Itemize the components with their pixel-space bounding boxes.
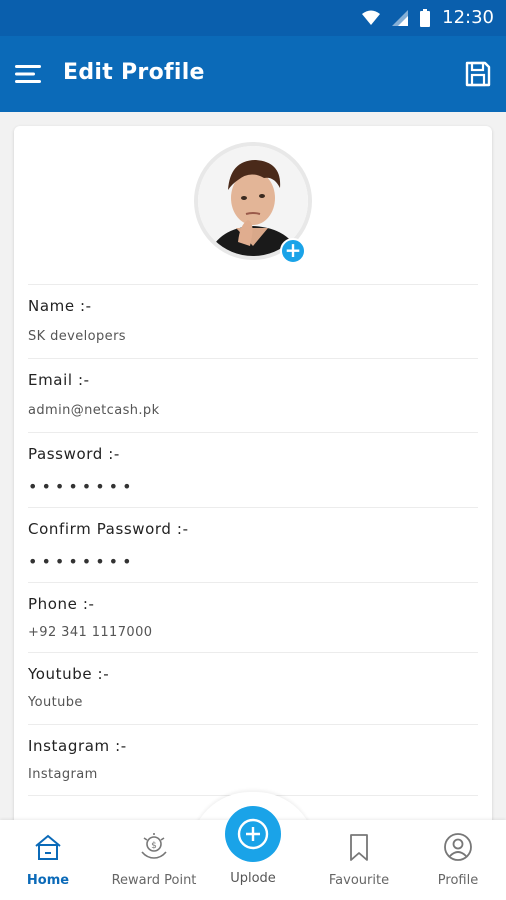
home-icon: [35, 834, 61, 860]
nav-favourite-label: Favourite: [328, 873, 390, 888]
nav-reward-point[interactable]: $ Reward Point: [106, 820, 202, 900]
password-input[interactable]: ••••••••: [28, 477, 136, 496]
nav-home[interactable]: Home: [0, 820, 96, 900]
email-input[interactable]: admin@netcash.pk: [28, 403, 468, 418]
name-label: Name :-: [28, 297, 92, 315]
phone-field: Phone :- +92 341 1117000: [28, 582, 478, 652]
upload-label: Uplode: [230, 871, 276, 886]
save-button[interactable]: [464, 60, 492, 88]
menu-icon: [15, 65, 41, 83]
avatar-container: +: [194, 142, 312, 264]
menu-button[interactable]: [14, 60, 42, 88]
reward-icon: $: [141, 833, 167, 859]
nav-profile[interactable]: Profile: [410, 820, 506, 900]
add-circle-icon: [237, 818, 269, 850]
youtube-label: Youtube :-: [28, 665, 110, 683]
confirm-password-label: Confirm Password :-: [28, 520, 189, 538]
wifi-icon: [362, 10, 381, 25]
nav-favourite[interactable]: Favourite: [311, 820, 407, 900]
signal-icon: [392, 9, 409, 26]
youtube-input[interactable]: Youtube: [28, 695, 468, 710]
password-label: Password :-: [28, 445, 120, 463]
status-icons: 12:30: [362, 7, 494, 28]
bookmark-icon: [350, 834, 368, 861]
add-photo-button[interactable]: +: [280, 238, 306, 264]
name-field: Name :- SK developers: [28, 284, 478, 358]
email-label: Email :-: [28, 371, 90, 389]
instagram-field: Instagram :- Instagram: [28, 724, 478, 796]
battery-icon: [420, 8, 431, 27]
email-field: Email :- admin@netcash.pk: [28, 358, 478, 432]
name-input[interactable]: SK developers: [28, 329, 468, 344]
nav-reward-label: Reward Point: [111, 873, 197, 888]
svg-text:$: $: [151, 841, 157, 851]
nav-profile-label: Profile: [437, 873, 479, 888]
status-bar: 12:30: [0, 0, 506, 36]
instagram-input[interactable]: Instagram: [28, 767, 468, 782]
save-icon: [465, 61, 491, 87]
upload-button[interactable]: [225, 806, 281, 862]
plus-icon: +: [284, 238, 302, 262]
phone-label: Phone :-: [28, 595, 95, 613]
profile-icon: [444, 833, 472, 861]
app-bar: Edit Profile: [0, 36, 506, 112]
confirm-password-input[interactable]: ••••••••: [28, 552, 136, 571]
confirm-password-field: Confirm Password :- ••••••••: [28, 507, 478, 582]
page-title: Edit Profile: [63, 60, 205, 85]
nav-home-label: Home: [26, 873, 70, 888]
password-field: Password :- ••••••••: [28, 432, 478, 507]
youtube-field: Youtube :- Youtube: [28, 652, 478, 724]
instagram-label: Instagram :-: [28, 737, 127, 755]
profile-card: + Name :- SK developers Email :- admin@n…: [14, 126, 492, 846]
phone-input[interactable]: +92 341 1117000: [28, 625, 468, 640]
status-time: 12:30: [442, 7, 494, 28]
